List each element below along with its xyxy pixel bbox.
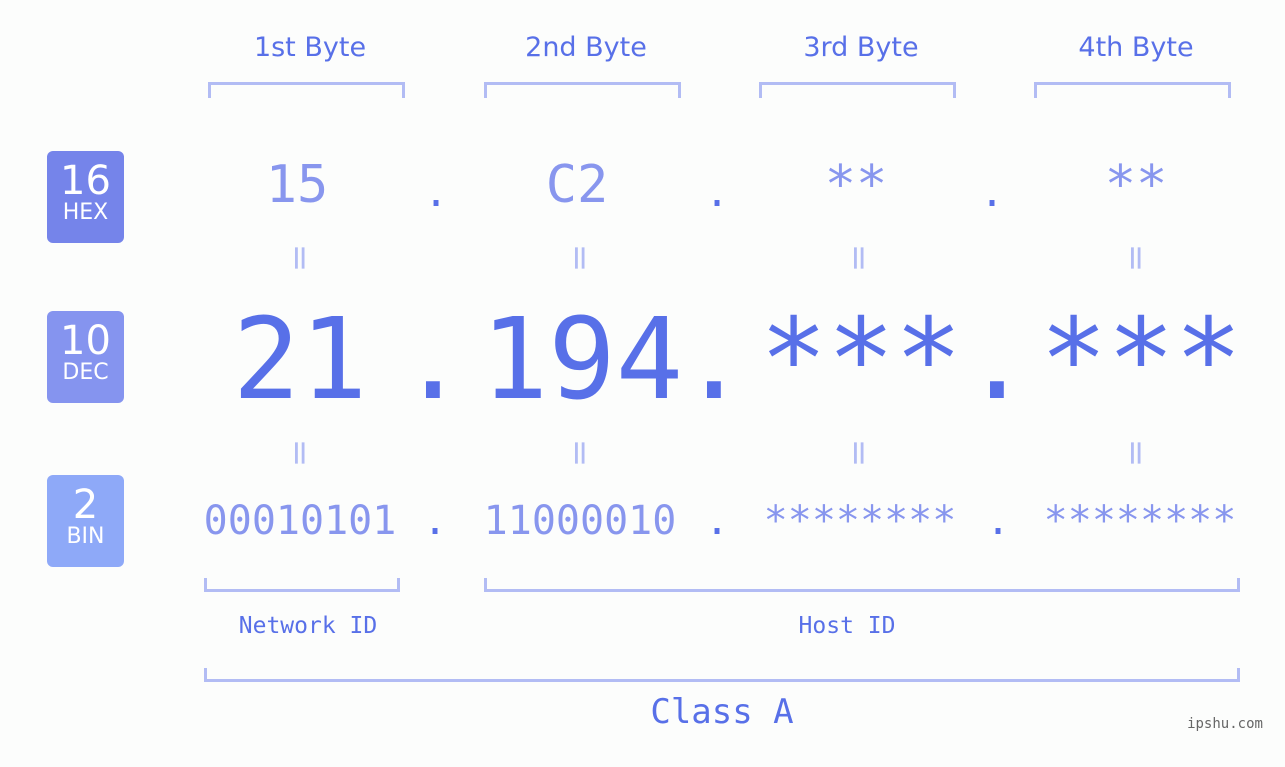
host-id-label: Host ID [798, 613, 896, 639]
watermark: ipshu.com [1187, 716, 1263, 732]
class-label: Class A [650, 692, 794, 732]
byte-label-3: 3rd Byte [803, 32, 919, 63]
bin-separator-2: . [704, 498, 730, 544]
equals-sign: = [839, 243, 879, 273]
class-bracket [204, 668, 1240, 682]
hex-byte-2: C2 [545, 155, 609, 215]
byte-bracket-2 [484, 82, 681, 98]
bin-badge: 2 BIN [47, 475, 124, 567]
dec-byte-4: *** [1039, 295, 1243, 425]
dec-separator-2: . [680, 295, 748, 425]
equals-sign: = [280, 243, 320, 273]
dec-badge-number: 10 [60, 318, 111, 364]
dec-badge-label: DEC [62, 360, 109, 385]
hex-byte-1: 15 [265, 155, 329, 215]
bin-badge-label: BIN [66, 524, 105, 549]
hex-byte-3: ** [824, 155, 888, 215]
equals-sign: = [1116, 438, 1156, 468]
equals-sign: = [560, 243, 600, 273]
hex-separator-2: . [704, 170, 730, 216]
byte-bracket-4 [1034, 82, 1231, 98]
bin-byte-1: 00010101 [203, 498, 397, 544]
bin-separator-3: . [985, 498, 1011, 544]
dec-byte-1: 21 [232, 295, 368, 425]
byte-bracket-3 [759, 82, 956, 98]
dec-separator-1: . [399, 295, 467, 425]
dec-badge: 10 DEC [47, 311, 124, 403]
bin-badge-number: 2 [72, 482, 99, 528]
network-id-label: Network ID [238, 613, 378, 639]
byte-bracket-1 [208, 82, 405, 98]
byte-label-4: 4th Byte [1078, 32, 1194, 63]
equals-sign: = [560, 438, 600, 468]
bin-separator-1: . [422, 498, 448, 544]
byte-label-2: 2nd Byte [525, 32, 647, 63]
hex-badge-number: 16 [60, 158, 111, 204]
dec-byte-2: 194 [480, 295, 684, 425]
bin-byte-3: ******** [763, 498, 957, 544]
hex-byte-4: ** [1104, 155, 1168, 215]
dec-separator-3: . [963, 295, 1031, 425]
hex-separator-1: . [423, 170, 449, 216]
equals-sign: = [280, 438, 320, 468]
bin-byte-4: ******** [1043, 498, 1237, 544]
equals-sign: = [839, 438, 879, 468]
byte-label-1: 1st Byte [253, 32, 367, 63]
equals-sign: = [1116, 243, 1156, 273]
hex-badge: 16 HEX [47, 151, 124, 243]
dec-byte-3: *** [759, 295, 963, 425]
host-id-bracket [484, 578, 1240, 592]
hex-badge-label: HEX [62, 200, 109, 225]
network-id-bracket [204, 578, 400, 592]
hex-separator-3: . [979, 170, 1005, 216]
bin-byte-2: 11000010 [483, 498, 677, 544]
